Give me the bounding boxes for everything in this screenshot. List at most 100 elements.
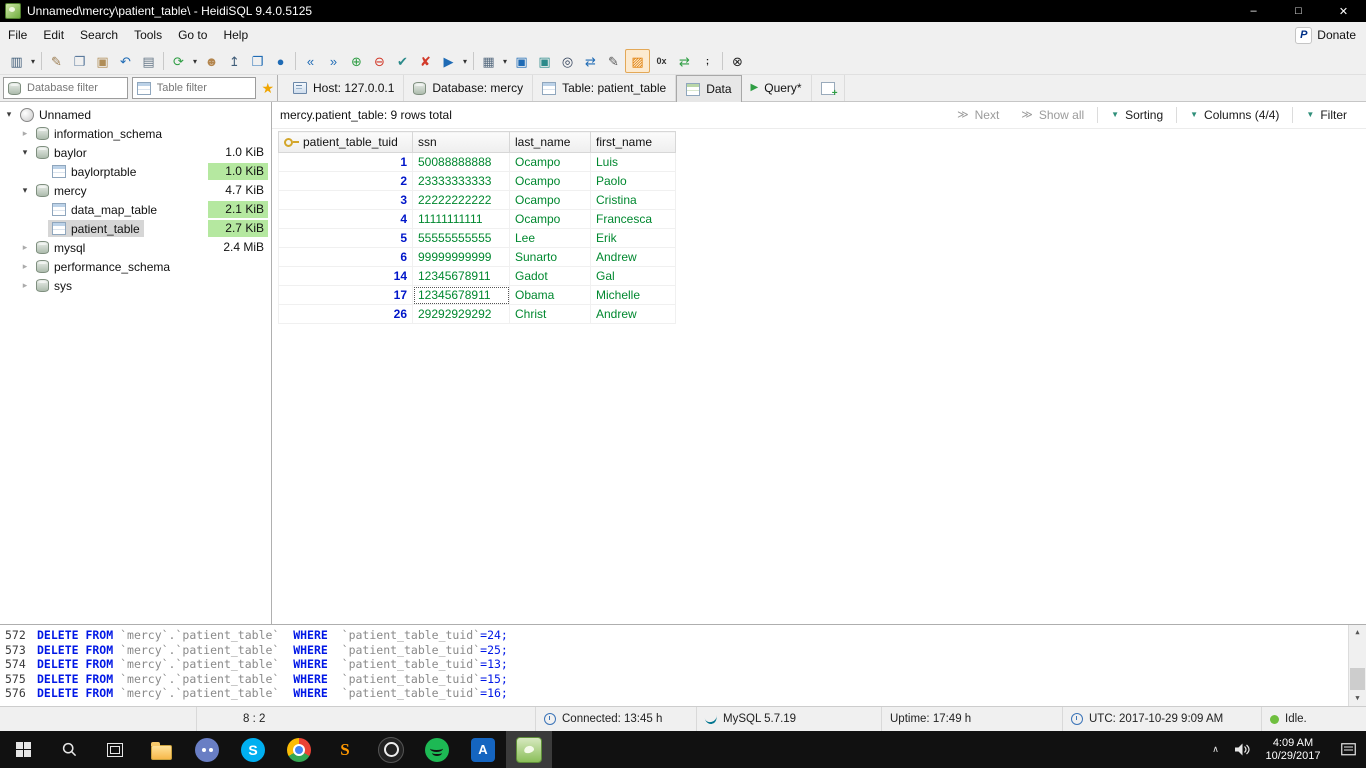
cell[interactable]: Paolo [590, 171, 676, 191]
start-button[interactable] [0, 731, 46, 768]
cell[interactable]: Ocampo [509, 190, 591, 210]
cell[interactable]: Obama [509, 285, 591, 305]
execute-sql-icon[interactable]: ▶ [437, 50, 460, 72]
cell[interactable]: 29292929292 [412, 304, 510, 324]
undo-icon[interactable]: ↶ [114, 50, 137, 72]
cell[interactable]: 99999999999 [412, 247, 510, 267]
tab-database[interactable]: Database: mercy [404, 75, 534, 101]
column-header-last_name[interactable]: last_name [509, 131, 591, 153]
scroll-up-icon[interactable]: ▲ [1349, 625, 1366, 640]
maximize-button[interactable]: □ [1276, 0, 1321, 22]
grid-view-dropdown-icon[interactable]: ▾ [500, 50, 510, 72]
menu-help[interactable]: Help [215, 22, 256, 48]
cell[interactable]: 4 [278, 209, 413, 229]
cell[interactable]: Michelle [590, 285, 676, 305]
chevron-right-icon[interactable]: ▸ [18, 261, 32, 272]
tree-item-performance_schema[interactable]: ▸ performance_schema [0, 257, 271, 276]
save-icon[interactable]: ▣ [510, 50, 533, 72]
tree-item-mysql[interactable]: ▸ mysql 2.4 MiB [0, 238, 271, 257]
cell[interactable]: Andrew [590, 304, 676, 324]
menu-tools[interactable]: Tools [126, 22, 170, 48]
cell[interactable]: Cristina [590, 190, 676, 210]
sql-log[interactable]: 572 DELETE FROM `mercy`.`patient_table` W… [0, 624, 1366, 706]
cell[interactable]: Gal [590, 266, 676, 286]
action-center-icon[interactable] [1330, 731, 1366, 768]
task-view-button[interactable] [92, 731, 138, 768]
cell[interactable]: Gadot [509, 266, 591, 286]
hex-view-icon[interactable]: 0x [650, 50, 673, 72]
sql-log-scrollbar[interactable]: ▲ ▼ [1348, 625, 1366, 706]
copy-data-icon[interactable]: ❐ [246, 50, 269, 72]
tree-item-information_schema[interactable]: ▸ information_schema [0, 124, 271, 143]
cell[interactable]: Ocampo [509, 152, 591, 172]
search-button[interactable] [46, 731, 92, 768]
menu-edit[interactable]: Edit [35, 22, 72, 48]
cell[interactable]: 1 [278, 152, 413, 172]
tray-expand-icon[interactable]: ∧ [1202, 731, 1229, 768]
heidisql-icon-slot[interactable] [506, 731, 552, 768]
tree-item-mercy[interactable]: ▾ mercy 4.7 KiB [0, 181, 271, 200]
database-filter-input[interactable] [25, 81, 123, 95]
chevron-down-icon[interactable]: ▾ [18, 147, 32, 158]
chevron-down-icon[interactable]: ▾ [18, 185, 32, 196]
cell[interactable]: 22222222222 [412, 190, 510, 210]
cell[interactable]: 12345678911 [412, 266, 510, 286]
refresh-icon[interactable]: ⟳ [167, 50, 190, 72]
cell[interactable]: Ocampo [509, 171, 591, 191]
user-manager-icon[interactable]: ☻ [200, 50, 223, 72]
filter-button[interactable]: ▼ Filter [1295, 104, 1358, 126]
close-button[interactable]: ✕ [1321, 0, 1366, 22]
cell[interactable]: 55555555555 [412, 228, 510, 248]
column-header-first_name[interactable]: first_name [590, 131, 676, 153]
insert-row-icon[interactable]: ⊕ [345, 50, 368, 72]
highlight-syntax-icon[interactable]: ▨ [625, 49, 650, 73]
session-dropdown-icon[interactable]: ▾ [28, 50, 38, 72]
tree-item-baylorptable[interactable]: baylorptable 1.0 KiB [0, 162, 271, 181]
tree-item-patient_table[interactable]: patient_table 2.7 KiB [0, 219, 271, 238]
menu-search[interactable]: Search [72, 22, 126, 48]
discard-changes-icon[interactable]: ✘ [414, 50, 437, 72]
cell[interactable]: 17 [278, 285, 413, 305]
table-filter-input[interactable] [154, 81, 252, 95]
cell[interactable]: 2 [278, 171, 413, 191]
taskbar-clock[interactable]: 4:09 AM 10/29/2017 [1256, 731, 1330, 768]
cell[interactable]: Erik [590, 228, 676, 248]
tab-table[interactable]: Table: patient_table [533, 75, 677, 101]
paste-icon[interactable]: ▣ [91, 50, 114, 72]
tree-item-data_map_table[interactable]: data_map_table 2.1 KiB [0, 200, 271, 219]
tab-data[interactable]: Data [676, 75, 742, 102]
media-player-icon-slot[interactable] [368, 731, 414, 768]
chrome-icon-slot[interactable] [276, 731, 322, 768]
tree-item-sys[interactable]: ▸ sys [0, 276, 271, 295]
volume-icon[interactable] [1229, 731, 1256, 768]
replace-icon[interactable]: ⇄ [579, 50, 602, 72]
database-filter[interactable] [3, 77, 128, 99]
cell[interactable]: Sunarto [509, 247, 591, 267]
cell[interactable]: 5 [278, 228, 413, 248]
chevron-right-icon[interactable]: ▸ [18, 242, 32, 253]
column-header-ssn[interactable]: ssn [412, 131, 510, 153]
skype-icon-slot[interactable] [230, 731, 276, 768]
cell[interactable]: 26 [278, 304, 413, 324]
save-as-icon[interactable]: ▣ [533, 50, 556, 72]
new-query-tab-button[interactable] [812, 75, 845, 101]
cell[interactable]: Lee [509, 228, 591, 248]
cell[interactable]: 11111111111 [412, 209, 510, 229]
cell[interactable]: Andrew [590, 247, 676, 267]
favorites-star-icon[interactable]: ★ [261, 81, 274, 95]
cell[interactable]: 6 [278, 247, 413, 267]
spotify-icon-slot[interactable] [414, 731, 460, 768]
reformat-sql-icon[interactable]: ⇄ [673, 50, 696, 72]
cell[interactable]: 12345678911 [412, 285, 510, 305]
cell[interactable]: 14 [278, 266, 413, 286]
cell[interactable]: Ocampo [509, 209, 591, 229]
chevron-down-icon[interactable]: ▾ [2, 109, 16, 120]
execute-dropdown-icon[interactable]: ▾ [460, 50, 470, 72]
titlebar[interactable]: Unnamed\mercy\patient_table\ - HeidiSQL … [0, 0, 1366, 22]
scroll-thumb[interactable] [1350, 668, 1365, 690]
minimize-button[interactable]: – [1231, 0, 1276, 22]
export-database-icon[interactable]: ↥ [223, 50, 246, 72]
cancel-operation-icon[interactable]: ⊗ [726, 50, 749, 72]
first-row-icon[interactable]: « [299, 50, 322, 72]
last-row-icon[interactable]: » [322, 50, 345, 72]
